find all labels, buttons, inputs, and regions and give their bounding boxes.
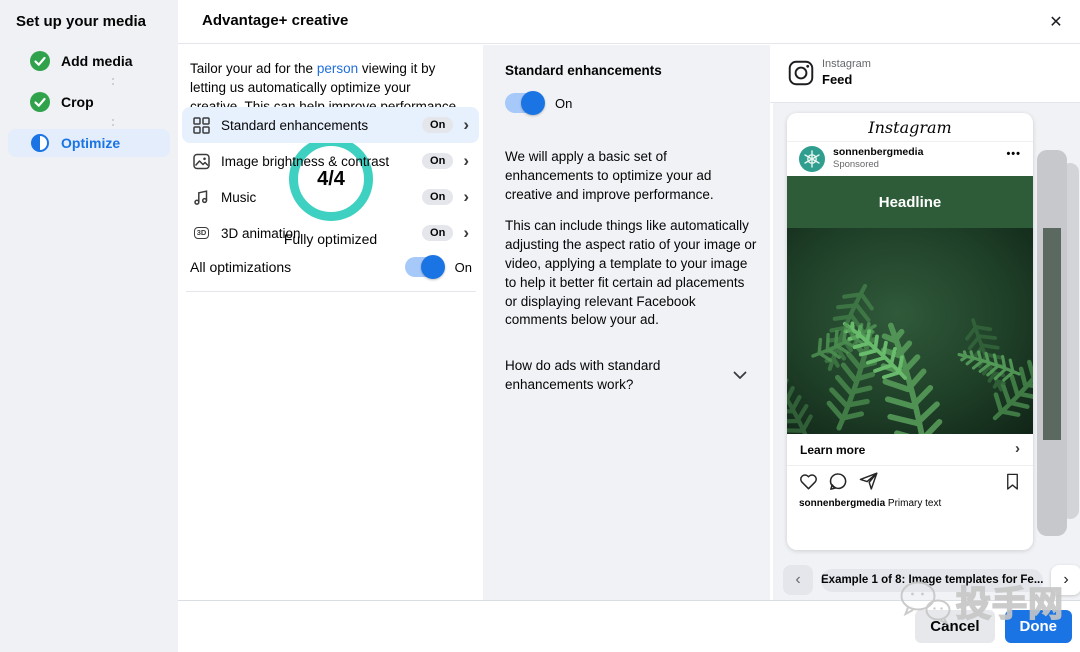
cancel-button[interactable]: Cancel [915, 610, 994, 643]
enhancement-row-brightness[interactable]: Image brightness & contrast On › [182, 143, 479, 179]
standard-enhancements-detail: Standard enhancements On We will apply a… [483, 45, 770, 600]
chevron-right-icon: › [463, 188, 469, 205]
sidebar-item-optimize[interactable]: Optimize [8, 129, 170, 157]
post-profile-row: sonnenbergmedia Sponsored ••• [787, 142, 1033, 176]
music-note-icon [192, 188, 211, 207]
cta-label: Learn more [800, 443, 865, 457]
placement-label: Feed [822, 72, 852, 87]
dialog-title: Advantage+ creative [202, 12, 348, 29]
sidebar-title: Set up your media [16, 13, 178, 30]
account-name[interactable]: sonnenbergmedia [833, 146, 923, 158]
all-optimizations-row: All optimizations On [190, 257, 472, 277]
chevron-right-icon: › [463, 152, 469, 169]
standard-enhancements-toggle-row: On [505, 93, 572, 113]
enhancement-row-standard[interactable]: Standard enhancements On › [182, 107, 479, 143]
share-plane-icon[interactable] [858, 471, 879, 492]
enhancement-label: Music [221, 190, 412, 205]
enhancement-label: Image brightness & contrast [221, 154, 412, 169]
status-badge: On [422, 117, 453, 133]
example-pager-label: Example 1 of 8: Image templates for Fe..… [821, 569, 1043, 592]
media-setup-sidebar: Set up your media Add media Crop Optimiz… [0, 0, 178, 652]
divider [186, 291, 476, 292]
status-badge: On [422, 225, 453, 241]
advantage-creative-dialog: Advantage+ creative ✕ Tailor your ad for… [178, 0, 1080, 652]
caption-account: sonnenbergmedia [799, 498, 885, 509]
step-label: Optimize [61, 135, 120, 151]
toggle-state-label: On [555, 96, 572, 111]
enhancement-label: Standard enhancements [221, 118, 412, 133]
instagram-post-preview: Instagram sonnenbergmedia Sponsored ••• … [787, 113, 1033, 550]
sponsored-label: Sponsored [833, 159, 879, 170]
avatar [799, 146, 825, 172]
caption-text: Primary text [885, 498, 941, 509]
toggle-state-label: On [455, 260, 472, 275]
dialog-header: Advantage+ creative ✕ [178, 0, 1080, 44]
chevron-right-icon: › [1015, 441, 1020, 456]
ad-headline-banner: Headline [787, 176, 1033, 228]
more-menu-icon[interactable]: ••• [1006, 148, 1021, 160]
3d-badge-text: 3D [194, 227, 210, 240]
preview-body: Instagram sonnenbergmedia Sponsored ••• … [770, 103, 1080, 600]
chevron-down-icon [733, 371, 747, 380]
step-label: Crop [61, 94, 94, 110]
half-progress-icon [30, 133, 50, 153]
advantage-creative-screen: Set up your media Add media Crop Optimiz… [0, 0, 1080, 652]
step-label: Add media [61, 53, 133, 69]
ad-preview-panel: Instagram Feed Instagram sonnenbergmedia… [770, 45, 1080, 600]
stacked-preview-card [1037, 150, 1067, 536]
platform-label: Instagram [822, 58, 871, 70]
comment-icon[interactable] [828, 471, 849, 492]
chevron-right-icon: › [463, 116, 469, 133]
post-action-row [787, 466, 1033, 496]
instagram-wordmark: Instagram [787, 113, 1033, 142]
enhancement-label: 3D animation [221, 226, 412, 241]
all-optimizations-label: All optimizations [190, 259, 405, 275]
detail-paragraph: This can include things like automatical… [505, 217, 759, 330]
all-optimizations-toggle[interactable] [405, 257, 443, 277]
check-circle-icon [30, 51, 50, 71]
learn-more-cta[interactable]: Learn more › [787, 434, 1033, 466]
bookmark-icon[interactable] [1003, 472, 1022, 491]
status-badge: On [422, 189, 453, 205]
previous-example-button[interactable]: ‹ [783, 565, 813, 595]
check-circle-icon [30, 92, 50, 112]
instagram-icon [788, 60, 814, 86]
enhancement-row-3d[interactable]: 3D 3D animation On › [182, 215, 479, 251]
intro-before: Tailor your ad for the [190, 61, 317, 76]
person-link[interactable]: person [317, 61, 358, 76]
close-icon[interactable]: ✕ [1044, 10, 1068, 34]
grid-icon [192, 116, 211, 135]
sidebar-item-crop[interactable]: Crop [8, 88, 170, 116]
preview-placement-header: Instagram Feed [770, 45, 1080, 103]
sidebar-item-add-media[interactable]: Add media [8, 47, 170, 75]
detail-title: Standard enhancements [505, 63, 662, 78]
3d-badge-icon: 3D [192, 224, 211, 243]
faq-question: How do ads with standard enhancements wo… [505, 357, 675, 395]
status-badge: On [422, 153, 453, 169]
step-connector [47, 78, 178, 85]
chevron-right-icon: › [463, 224, 469, 241]
post-caption: sonnenbergmedia Primary text [787, 496, 1033, 511]
like-heart-icon[interactable] [798, 471, 819, 492]
ad-image-fern-photo [787, 228, 1033, 434]
step-connector [47, 119, 178, 126]
done-button[interactable]: Done [1005, 610, 1073, 643]
image-icon [192, 152, 211, 171]
enhancement-row-music[interactable]: Music On › [182, 179, 479, 215]
faq-expander[interactable]: How do ads with standard enhancements wo… [505, 357, 753, 395]
optimize-summary-column: Tailor your ad for the person viewing it… [178, 45, 483, 600]
dialog-footer: Cancel Done [178, 600, 1080, 652]
next-example-button[interactable]: › [1051, 565, 1080, 595]
standard-enhancements-toggle[interactable] [505, 93, 543, 113]
detail-paragraph: We will apply a basic set of enhancement… [505, 148, 759, 205]
